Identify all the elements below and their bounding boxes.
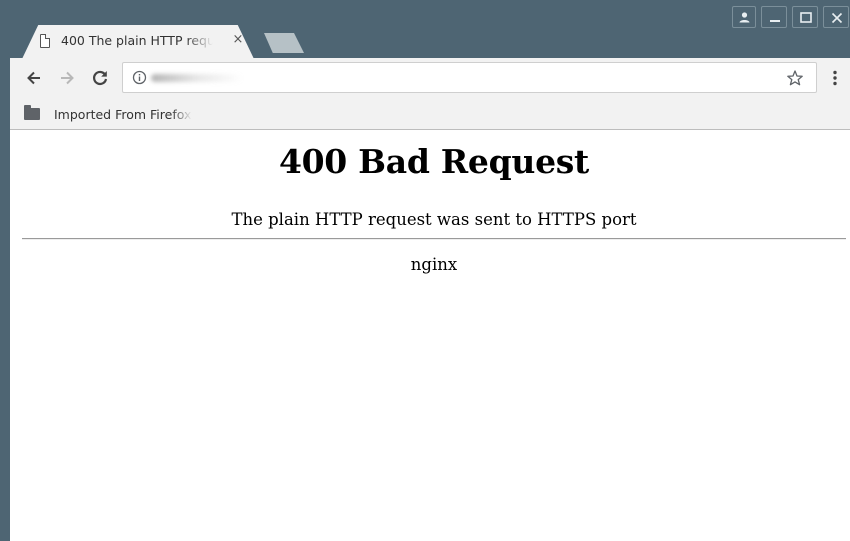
close-window-button[interactable] [823, 6, 849, 28]
page-icon [40, 33, 51, 48]
person-icon [739, 12, 750, 23]
tab-close-icon[interactable]: × [231, 31, 245, 49]
folder-icon [24, 105, 40, 120]
page-heading: 400 Bad Request [278, 142, 589, 181]
address-bar[interactable] [122, 62, 817, 93]
url-input[interactable] [151, 67, 751, 88]
page-content: 400 Bad Request The plain HTTP request w… [10, 130, 850, 541]
forward-arrow-icon[interactable] [57, 68, 77, 88]
window-left-frame [0, 58, 10, 541]
reload-icon[interactable] [90, 68, 110, 88]
star-icon[interactable] [786, 69, 804, 87]
close-icon [831, 12, 843, 24]
tab-title: 400 The plain HTTP request was sent to H… [61, 33, 213, 48]
maximize-button[interactable] [792, 6, 818, 28]
minimize-icon [770, 20, 780, 22]
profile-button[interactable] [732, 6, 756, 28]
info-icon[interactable] [132, 70, 147, 85]
minimize-button[interactable] [761, 6, 787, 28]
browser-toolbar [0, 58, 850, 98]
kebab-menu-icon[interactable] [825, 68, 845, 88]
back-arrow-icon[interactable] [24, 68, 44, 88]
bookmark-folder[interactable]: Imported From Firefox [24, 104, 192, 124]
error-message: The plain HTTP request was sent to HTTPS… [231, 210, 637, 229]
maximize-icon [800, 12, 812, 23]
browser-window: 400 The plain HTTP request was sent to H… [0, 0, 850, 541]
active-tab[interactable]: 400 The plain HTTP request was sent to H… [22, 25, 254, 59]
bookmark-label: Imported From Firefox [54, 106, 192, 122]
bookmarks-bar: Imported From Firefox [0, 98, 850, 130]
window-controls [732, 6, 849, 30]
divider [22, 238, 846, 240]
server-signature: nginx [410, 255, 458, 274]
